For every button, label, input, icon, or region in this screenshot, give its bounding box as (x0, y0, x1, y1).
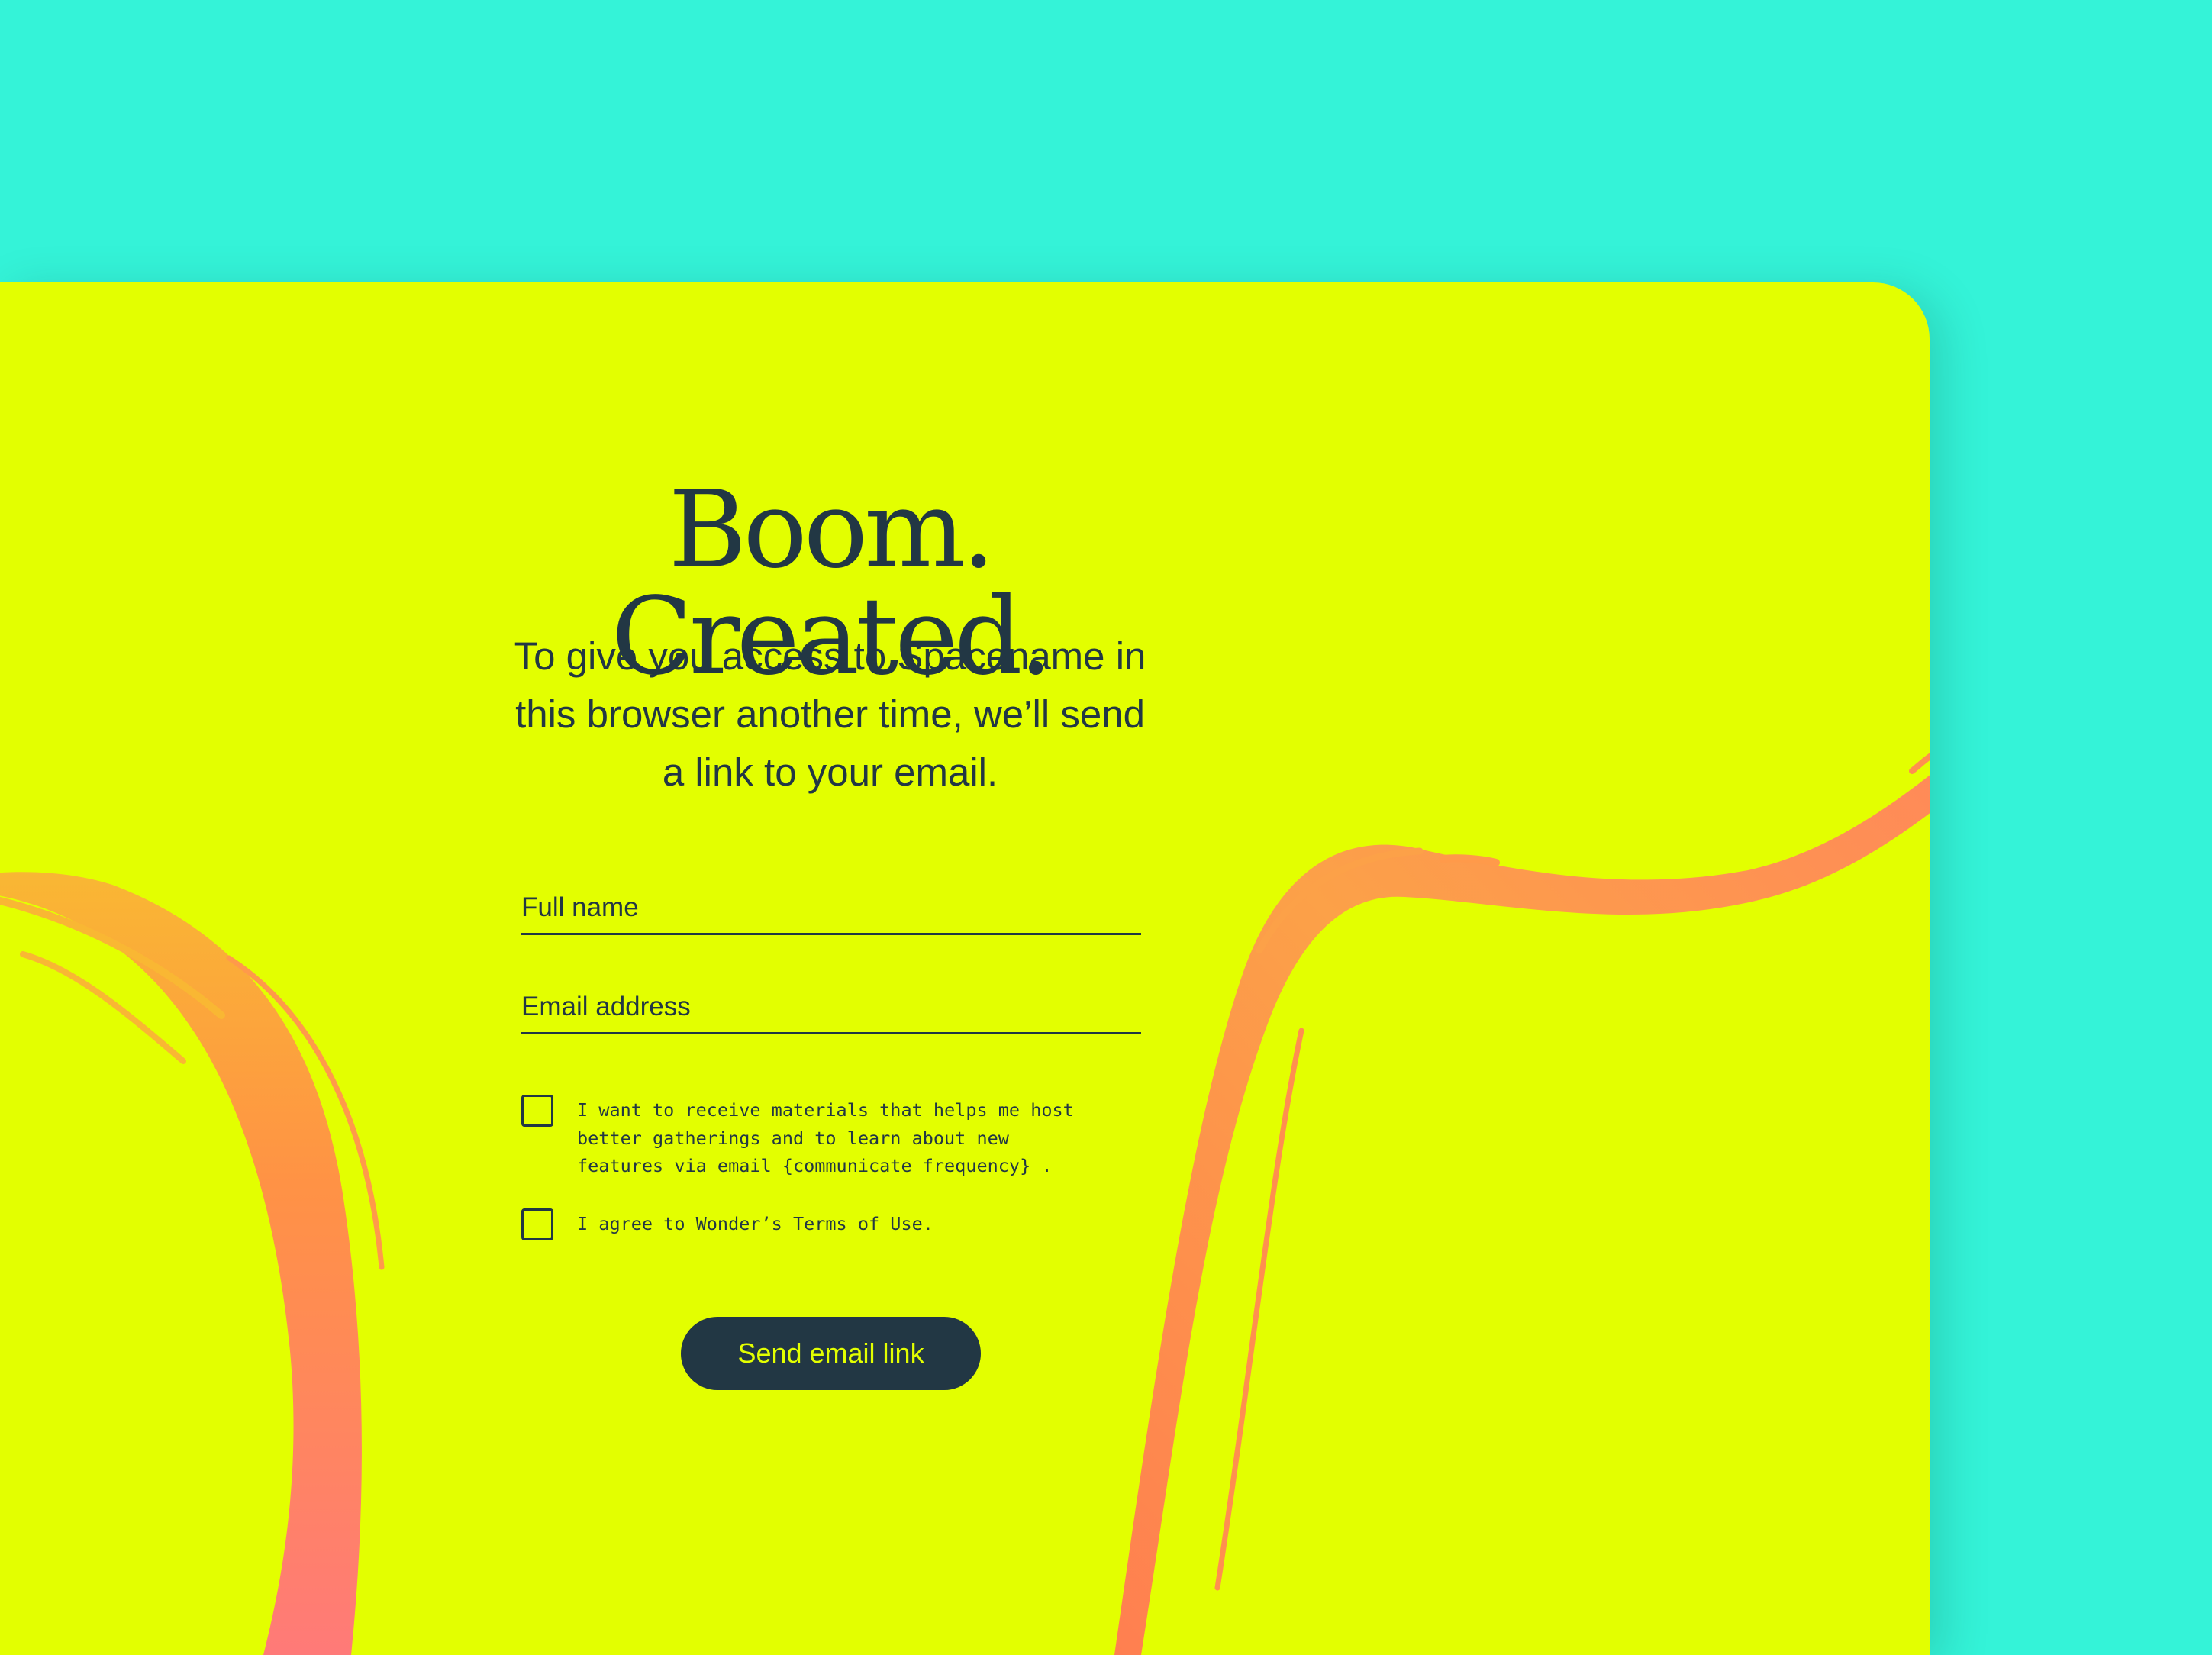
right-brush-stroke (1114, 753, 1930, 1655)
signup-card: Boom. Created. To give you access to Spa… (0, 282, 1930, 1655)
email-input[interactable] (521, 982, 1141, 1032)
marketing-consent-checkbox[interactable] (521, 1095, 553, 1127)
signup-form-section: Boom. Created. To give you access to Spa… (458, 282, 1202, 1655)
full-name-input[interactable] (521, 882, 1141, 933)
marketing-consent-label: I want to receive materials that helps m… (577, 1099, 1074, 1176)
email-field (521, 982, 1141, 1034)
terms-consent-checkbox[interactable] (521, 1208, 553, 1240)
full-name-field (521, 882, 1141, 935)
left-brush-stroke (0, 872, 385, 1655)
send-email-link-button[interactable]: Send email link (681, 1317, 981, 1390)
page-background: Boom. Created. To give you access to Spa… (0, 0, 2212, 1655)
terms-consent-label: I agree to Wonder’s Terms of Use. (577, 1213, 933, 1234)
page-subtitle: To give you access to Spacename in this b… (514, 634, 1146, 794)
